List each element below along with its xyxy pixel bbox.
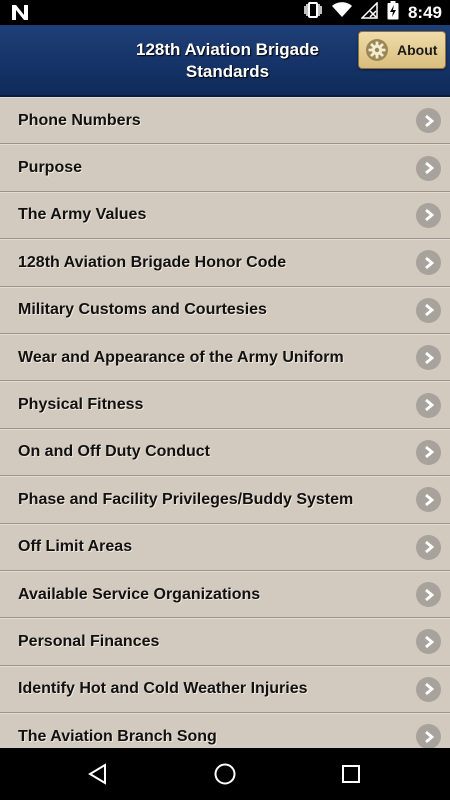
list-item[interactable]: Identify Hot and Cold Weather Injuries [0,665,450,714]
about-button[interactable]: About [358,31,446,69]
notification-n-icon [10,3,30,22]
no-signal-icon [360,0,378,24]
page-title: 128th Aviation Brigade Standards [136,40,319,81]
list-item-label: 128th Aviation Brigade Honor Code [18,253,287,271]
list-item-label: On and Off Duty Conduct [18,443,210,461]
chevron-right-icon [416,534,441,560]
list-item[interactable]: Phase and Facility Privileges/Buddy Syst… [0,476,450,524]
list-item-label: Military Customs and Courtesies [18,301,267,319]
list-item[interactable]: Phone Numbers [0,97,450,145]
chevron-right-icon [416,155,441,181]
chevron-right-icon [416,250,441,276]
list-item[interactable]: The Army Values [0,191,450,240]
chevron-right-icon [416,297,441,323]
chevron-right-icon [416,108,441,134]
home-icon[interactable] [213,762,237,786]
navigation-bar [0,748,450,800]
list-item-label: Phone Numbers [18,111,141,129]
list-item-label: Personal Finances [18,632,160,650]
list-item-label: Phase and Facility Privileges/Buddy Syst… [18,490,354,508]
chevron-right-icon [416,582,441,608]
list-item-label: Wear and Appearance of the Army Uniform [18,348,344,366]
list-item[interactable]: Physical Fitness [0,381,450,429]
chevron-right-icon [416,439,441,465]
chevron-right-icon [416,487,441,513]
list-item-label: Purpose [18,159,83,177]
gear-icon [366,39,388,61]
battery-charging-icon [387,0,399,25]
list-item-label: Available Service Organizations [18,585,261,603]
about-label: About [397,42,438,58]
vibrate-icon [303,1,323,24]
app-header: 128th Aviation Brigade Standards About [0,25,450,97]
chevron-right-icon [416,629,441,655]
recent-apps-icon[interactable] [340,763,362,785]
list-item[interactable]: Available Service Organizations [0,570,450,619]
list-item[interactable]: Purpose [0,144,450,192]
list-item-label: Identify Hot and Cold Weather Injuries [18,680,308,698]
wifi-icon [331,2,352,23]
menu-list: Phone Numbers Purpose The Army Values 12… [0,97,450,748]
list-item-label: The Aviation Branch Song [18,727,217,745]
list-item[interactable]: The Aviation Branch Song [0,713,450,748]
chevron-right-icon [416,202,441,228]
list-item-label: Physical Fitness [18,396,144,414]
chevron-right-icon [416,724,441,748]
list-item[interactable]: Wear and Appearance of the Army Uniform [0,333,450,382]
list-item-label: The Army Values [18,206,147,224]
list-item[interactable]: 128th Aviation Brigade Honor Code [0,239,450,287]
list-item[interactable]: Military Customs and Courtesies [0,286,450,334]
chevron-right-icon [416,392,441,418]
status-bar: 8:49 [0,0,450,25]
back-icon[interactable] [86,762,110,786]
list-item[interactable]: Off Limit Areas [0,523,450,571]
list-item[interactable]: On and Off Duty Conduct [0,428,450,477]
clock: 8:49 [407,2,442,22]
chevron-right-icon [416,676,441,702]
list-item-label: Off Limit Areas [18,538,133,556]
list-item[interactable]: Personal Finances [0,618,450,666]
chevron-right-icon [416,345,441,371]
